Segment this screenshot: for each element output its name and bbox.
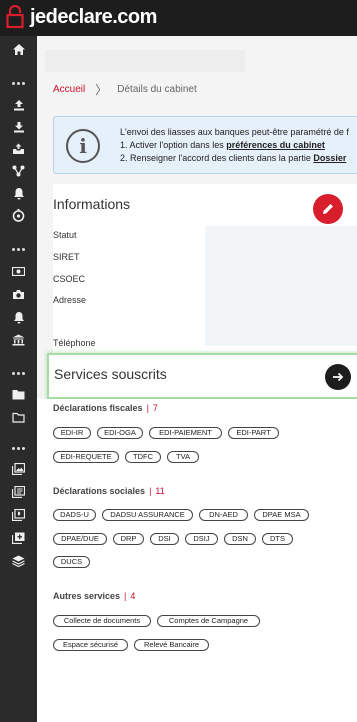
download-icon[interactable] xyxy=(0,116,37,138)
service-chip[interactable]: DADS-U xyxy=(53,509,96,521)
field-label-statut: Statut xyxy=(53,230,77,240)
pdf-stack-icon[interactable] xyxy=(0,504,37,526)
service-chip[interactable]: DSIJ xyxy=(185,533,218,545)
service-chip[interactable]: Relevé Bancaire xyxy=(134,639,209,651)
service-chip[interactable]: DTS xyxy=(262,533,293,545)
edit-button[interactable] xyxy=(313,194,343,224)
service-chip[interactable]: DADSU ASSURANCE xyxy=(102,509,193,521)
service-chip[interactable]: DRP xyxy=(113,533,144,545)
logo-lock-icon xyxy=(6,4,24,29)
service-chip[interactable]: DPAE/DUE xyxy=(53,533,107,545)
breadcrumb-home-link[interactable]: Accueil xyxy=(53,84,85,95)
group-title-autres: Autres services | 4 xyxy=(53,591,136,601)
folder-icon[interactable] xyxy=(0,383,37,405)
camera-icon[interactable] xyxy=(0,283,37,305)
service-chip[interactable]: Comptes de Campagne xyxy=(157,615,260,627)
info-banner: i L'envoi des liasses aux banques peut-ê… xyxy=(53,116,357,174)
service-chip[interactable]: DSI xyxy=(150,533,179,545)
compass-icon[interactable] xyxy=(0,204,37,226)
info-icon: i xyxy=(66,129,100,163)
home-icon[interactable] xyxy=(0,38,37,60)
image-stack-icon[interactable] xyxy=(0,458,37,480)
info-line-1: L'envoi des liasses aux banques peut-êtr… xyxy=(120,127,349,137)
field-label-telephone: Téléphone xyxy=(53,338,96,348)
bell-icon[interactable] xyxy=(0,182,37,204)
logo[interactable]: jedeclare.com xyxy=(6,4,157,29)
services-title: Services souscrits xyxy=(54,366,167,382)
service-chip[interactable]: EDI-PART xyxy=(228,427,279,439)
folder-outline-icon[interactable] xyxy=(0,406,37,428)
dossier-link[interactable]: Dossier xyxy=(313,153,346,163)
service-chip[interactable]: TVA xyxy=(167,451,199,463)
bank-icon[interactable] xyxy=(0,329,37,351)
more-dots-icon[interactable] xyxy=(0,78,37,88)
service-chip[interactable]: EDI-REQUETE xyxy=(53,451,119,463)
pencil-icon xyxy=(323,204,333,214)
service-chip[interactable]: DUCS xyxy=(53,556,90,568)
document-stack-icon[interactable] xyxy=(0,481,37,503)
informations-card: Informations Statut SIRET CSOEC Adresse … xyxy=(53,184,357,354)
group-count: 4 xyxy=(130,591,136,601)
network-icon[interactable] xyxy=(0,160,37,182)
info-line-2: 1. Activer l'option dans les préférences… xyxy=(120,140,325,150)
services-header[interactable]: Services souscrits xyxy=(47,353,357,399)
service-chip[interactable]: DSN xyxy=(224,533,256,545)
service-chip[interactable]: TDFC xyxy=(125,451,161,463)
add-stack-icon[interactable] xyxy=(0,527,37,549)
service-chip[interactable]: EDI-IR xyxy=(53,427,91,439)
service-chip[interactable]: EDI-OGA xyxy=(97,427,143,439)
top-bar: jedeclare.com xyxy=(0,0,357,36)
service-chip[interactable]: Espace sécurisé xyxy=(53,639,128,651)
field-label-adresse: Adresse xyxy=(53,295,87,305)
group-title-sociales: Déclarations sociales | 11 xyxy=(53,486,165,496)
bell-icon[interactable] xyxy=(0,306,37,328)
field-values-area xyxy=(205,226,357,346)
cash-icon[interactable] xyxy=(0,260,37,282)
chevron-right-icon: 〉 xyxy=(95,83,108,97)
arrow-right-icon xyxy=(333,372,344,382)
service-chip[interactable]: Collecte de documents xyxy=(53,615,151,627)
info-banner-text: L'envoi des liasses aux banques peut-êtr… xyxy=(120,126,349,165)
inbox-upload-icon[interactable] xyxy=(0,138,37,160)
service-chip[interactable]: DPAE MSA xyxy=(254,509,309,521)
upload-icon[interactable] xyxy=(0,94,37,116)
breadcrumb-current: Détails du cabinet xyxy=(117,84,197,95)
placeholder-bar xyxy=(45,50,245,72)
arrow-right-button[interactable] xyxy=(325,364,351,390)
more-dots-icon[interactable] xyxy=(0,443,37,453)
sidebar xyxy=(0,36,37,722)
preferences-link[interactable]: préférences du cabinet xyxy=(226,140,325,150)
field-label-csoec: CSOEC xyxy=(53,274,86,284)
field-label-siret: SIRET xyxy=(53,252,80,262)
group-title-fiscales: Déclarations fiscales | 7 xyxy=(53,403,158,413)
service-chip[interactable]: EDI-PAIEMENT xyxy=(149,427,222,439)
logo-text: jedeclare.com xyxy=(30,5,157,28)
info-line-3: 2. Renseigner l'accord des clients dans … xyxy=(120,153,347,163)
more-dots-icon[interactable] xyxy=(0,244,37,254)
service-chip[interactable]: DN-AED xyxy=(199,509,248,521)
main-content: Accueil 〉 Détails du cabinet i L'envoi d… xyxy=(37,36,357,722)
group-count: 11 xyxy=(155,486,165,496)
informations-title: Informations xyxy=(53,196,131,212)
layers-icon[interactable] xyxy=(0,550,37,572)
group-count: 7 xyxy=(152,403,158,413)
more-dots-icon[interactable] xyxy=(0,368,37,378)
breadcrumb: Accueil 〉 Détails du cabinet xyxy=(53,81,197,98)
